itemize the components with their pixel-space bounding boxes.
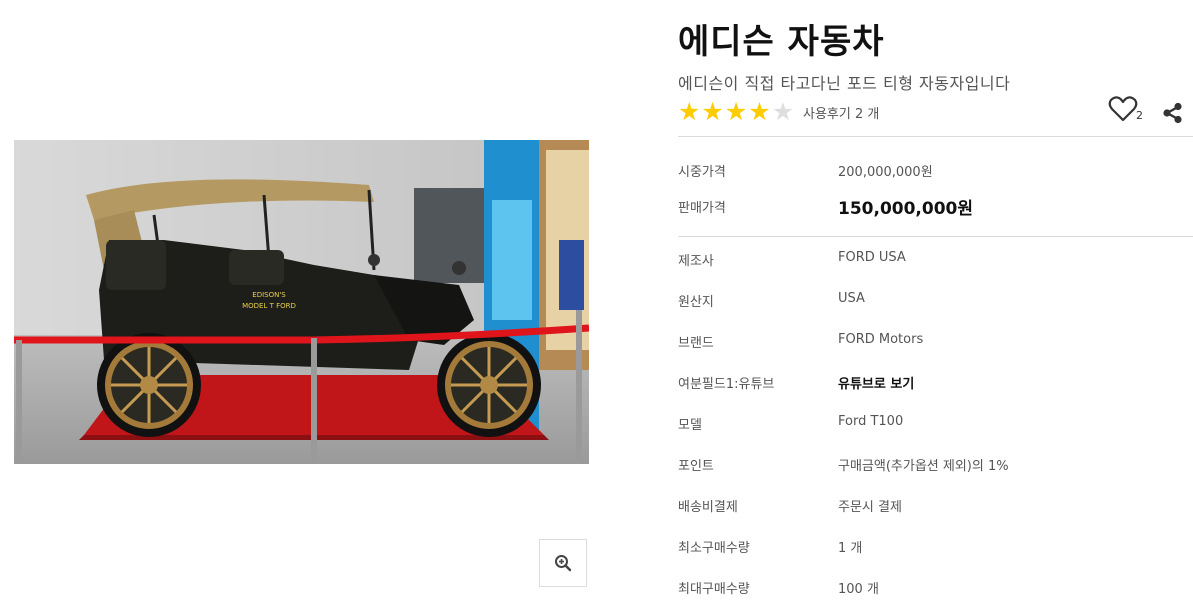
car-badge-line1: EDISON'S [252,291,286,299]
spec-label: 여분필드1:유튜브 [678,377,775,392]
spec-label: 포인트 [678,459,714,474]
spec-row-brand: 브랜드 FORD Motors [678,332,1193,352]
spec-row-max-qty: 최대구매수량 100 개 [678,578,1193,598]
star-filled-icon: ★ [748,97,771,126]
spec-row-origin: 원산지 USA [678,291,1193,311]
spec-label: 최대구매수량 [678,582,750,597]
spec-label: 모델 [678,418,702,433]
list-price-row: 시중가격 200,000,000원 [678,161,1193,181]
spec-row-points: 포인트 구매금액(추가옵션 제외)의 1% [678,455,1193,475]
spec-value: 100 개 [838,582,879,597]
sale-price-row: 판매가격 150,000,000원 [678,197,1193,219]
spec-label: 배송비결제 [678,500,738,515]
wishlist-count: 2 [1136,109,1143,122]
star-filled-icon: ★ [724,97,748,126]
product-title: 에디슨 자동차 [678,22,885,62]
spec-label: 브랜드 [678,336,714,351]
spec-value: Ford T100 [838,414,904,429]
spec-row-manufacturer: 제조사 FORD USA [678,250,1193,270]
list-price-label: 시중가격 [678,165,726,180]
spec-value: FORD USA [838,250,906,265]
spec-row-shipping: 배송비결제 주문시 결제 [678,496,1193,516]
zoom-button[interactable] [539,539,587,587]
share-nodes-icon [1163,102,1182,124]
spec-value: USA [838,291,865,306]
star-filled-icon: ★ [701,97,724,126]
review-count-link[interactable]: 사용후기 2 개 [803,103,879,122]
spec-row-min-qty: 최소구매수량 1 개 [678,537,1193,557]
product-subtitle: 에디슨이 직접 타고다닌 포드 티형 자동자입니다 [678,74,1011,93]
youtube-link[interactable]: 유튜브로 보기 [838,373,914,392]
car-photo-illustration: EDISON'S MODEL T FORD [14,140,589,464]
star-filled-icon: ★ [678,97,701,126]
front-wheel [437,333,541,437]
divider [678,236,1193,237]
list-price-value: 200,000,000원 [838,165,933,180]
spec-label: 최소구매수량 [678,541,750,556]
divider [678,136,1193,137]
rating-row: ★ ★ ★ ★ ★ 사용후기 2 개 2 [678,96,1193,125]
product-image[interactable]: EDISON'S MODEL T FORD [14,140,589,464]
sale-price-label: 판매가격 [678,201,726,216]
spec-value: 1 개 [838,541,863,556]
spec-label: 제조사 [678,254,714,269]
spec-row-youtube: 여분필드1:유튜브 유튜브로 보기 [678,373,1193,393]
spec-value: FORD Motors [838,332,924,347]
sale-price-value: 150,000,000원 [838,199,974,219]
share-button[interactable] [1161,101,1185,125]
wishlist-button[interactable]: 2 [1108,95,1144,125]
spec-label: 원산지 [678,295,714,310]
spec-value: 주문시 결제 [838,500,902,515]
spec-value: 구매금액(추가옵션 제외)의 1% [838,459,1009,474]
rear-wheel [97,333,201,437]
star-empty-icon: ★ [771,97,795,126]
heart-outline-icon [1108,96,1138,122]
magnifier-plus-icon [555,555,572,572]
car-badge-line2: MODEL T FORD [242,302,296,310]
rating-stars: ★ ★ ★ ★ ★ [678,99,794,125]
spec-row-model: 모델 Ford T100 [678,414,1193,434]
